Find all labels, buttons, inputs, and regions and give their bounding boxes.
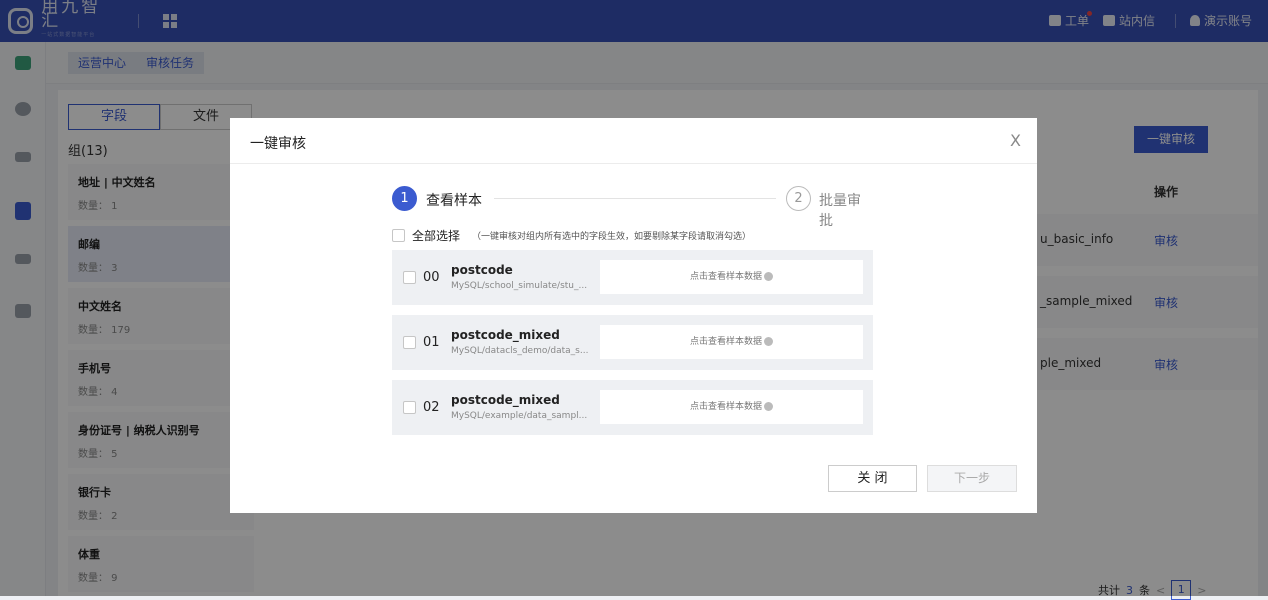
view-sample-label: 点击查看样本数据 [689, 402, 762, 412]
view-sample-button[interactable]: 点击查看样本数据 [600, 260, 863, 294]
info-icon [764, 272, 773, 281]
field-name: postcode [451, 263, 513, 277]
step-2-indicator: 2 [786, 186, 811, 211]
view-sample-button[interactable]: 点击查看样本数据 [600, 325, 863, 359]
view-sample-label: 点击查看样本数据 [689, 272, 762, 282]
field-index: 01 [423, 335, 440, 350]
close-icon[interactable]: X [1010, 131, 1021, 150]
step-connector [494, 198, 776, 199]
field-path: MySQL/example/data_sampl... [451, 411, 588, 421]
step-2-label: 批量审批 [819, 193, 861, 229]
field-item: 02 postcode_mixed MySQL/example/data_sam… [392, 380, 873, 435]
info-icon [764, 337, 773, 346]
view-sample-button[interactable]: 点击查看样本数据 [600, 390, 863, 424]
close-button[interactable]: 关 闭 [828, 465, 917, 492]
field-path: MySQL/datacls_demo/data_s... [451, 346, 589, 356]
field-item: 00 postcode MySQL/school_simulate/stu_..… [392, 250, 873, 305]
select-all-row: 全部选择 （一键审核对组内所有选中的字段生效，如要剔除某字段请取消勾选） [392, 227, 751, 244]
view-sample-label: 点击查看样本数据 [689, 337, 762, 347]
field-checkbox[interactable] [403, 336, 416, 349]
field-index: 02 [423, 400, 440, 415]
select-all-checkbox[interactable] [392, 229, 405, 242]
field-name: postcode_mixed [451, 328, 560, 342]
info-icon [764, 402, 773, 411]
field-item: 01 postcode_mixed MySQL/datacls_demo/dat… [392, 315, 873, 370]
step-1-indicator: 1 [392, 186, 417, 211]
field-checkbox[interactable] [403, 401, 416, 414]
next-step-button[interactable]: 下一步 [927, 465, 1017, 492]
dialog-title: 一键审核 [230, 118, 1037, 164]
field-checkbox[interactable] [403, 271, 416, 284]
one-click-audit-dialog: 一键审核 X 1 查看样本 2 批量审批 全部选择 （一键审核对组内所有选中的字… [230, 118, 1037, 513]
field-path: MySQL/school_simulate/stu_... [451, 281, 588, 291]
select-all-hint: （一键审核对组内所有选中的字段生效，如要剔除某字段请取消勾选） [472, 232, 752, 242]
field-index: 00 [423, 270, 440, 285]
step-1-label: 查看样本 [426, 193, 482, 209]
select-all-label: 全部选择 [412, 229, 461, 243]
stepper: 1 查看样本 2 批量审批 [392, 186, 874, 229]
field-name: postcode_mixed [451, 393, 560, 407]
